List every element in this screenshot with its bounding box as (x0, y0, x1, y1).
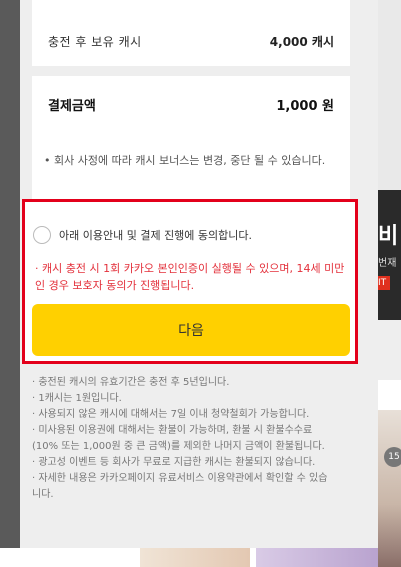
usage-info-list: · 충전된 캐시의 유효기간은 충전 후 5년입니다. · 1캐시는 1원입니다… (32, 375, 362, 503)
background-panel (378, 0, 401, 190)
info-line: · 사용되지 않은 캐시에 대해서는 7일 이내 청약철회가 가능합니다. (32, 409, 310, 420)
held-cash-card: 충전 후 보유 캐시 4,000 캐시 (32, 0, 350, 66)
charge-modal: 충전 후 보유 캐시 4,000 캐시 결제금액 1,000 원 • 회사 사정… (20, 0, 378, 548)
next-button[interactable]: 다음 (32, 304, 350, 356)
info-line: 니다. (32, 489, 54, 500)
payment-row: 결제금액 1,000 원 (32, 76, 350, 132)
payment-card: 결제금액 1,000 원 (32, 76, 350, 200)
info-line: · 충전된 캐시의 유효기간은 충전 후 5년입니다. (32, 377, 230, 388)
banner-title-fragment: 비 (378, 224, 399, 249)
banner-badge: IT (378, 276, 390, 290)
background-thumbnail-3[interactable] (256, 548, 378, 567)
payment-amount-value: 1,000 원 (276, 98, 334, 114)
bonus-notice: • 회사 사정에 따라 캐시 보너스는 변경, 중단 될 수 있습니다. (44, 154, 326, 167)
agreement-section: 아래 이용안내 및 결제 진행에 동의합니다. · 캐시 충전 시 1회 카카오… (22, 199, 358, 364)
background-page: 비 번재 IT 15 (378, 0, 401, 567)
background-banner: 비 번재 IT (378, 190, 401, 320)
held-cash-value: 4,000 캐시 (269, 34, 334, 49)
background-panel-2 (378, 320, 401, 380)
info-line: · 광고성 이벤트 등 회사가 무료로 지급한 캐시는 환불되지 않습니다. (32, 457, 316, 468)
payment-amount-label: 결제금액 (48, 98, 96, 114)
held-cash-row: 충전 후 보유 캐시 4,000 캐시 (32, 0, 350, 66)
info-line: · 자세한 내용은 카카오페이지 유료서비스 이용약관에서 확인할 수 있습 (32, 473, 328, 484)
agree-label[interactable]: 아래 이용안내 및 결제 진행에 동의합니다. (59, 227, 252, 243)
agree-checkbox[interactable] (33, 226, 51, 244)
info-line: (10% 또는 1,000원 중 큰 금액)를 제외한 나머지 금액이 환불됩니… (32, 441, 325, 452)
banner-sub-fragment: 번재 (378, 258, 397, 269)
background-thumbnail[interactable] (378, 410, 401, 567)
age-rating-badge: 15 (384, 447, 401, 467)
info-line: · 미사용된 이용권에 대해서는 환불이 가능하며, 환불 시 환불수수료 (32, 425, 313, 436)
background-thumbnails-row (0, 548, 378, 567)
verification-warning: · 캐시 충전 시 1회 카카오 본인인증이 실행될 수 있으며, 14세 미만… (35, 262, 345, 292)
info-line: · 1캐시는 1원입니다. (32, 393, 122, 404)
background-thumbnail-2[interactable] (140, 548, 250, 567)
held-cash-label: 충전 후 보유 캐시 (48, 34, 142, 49)
